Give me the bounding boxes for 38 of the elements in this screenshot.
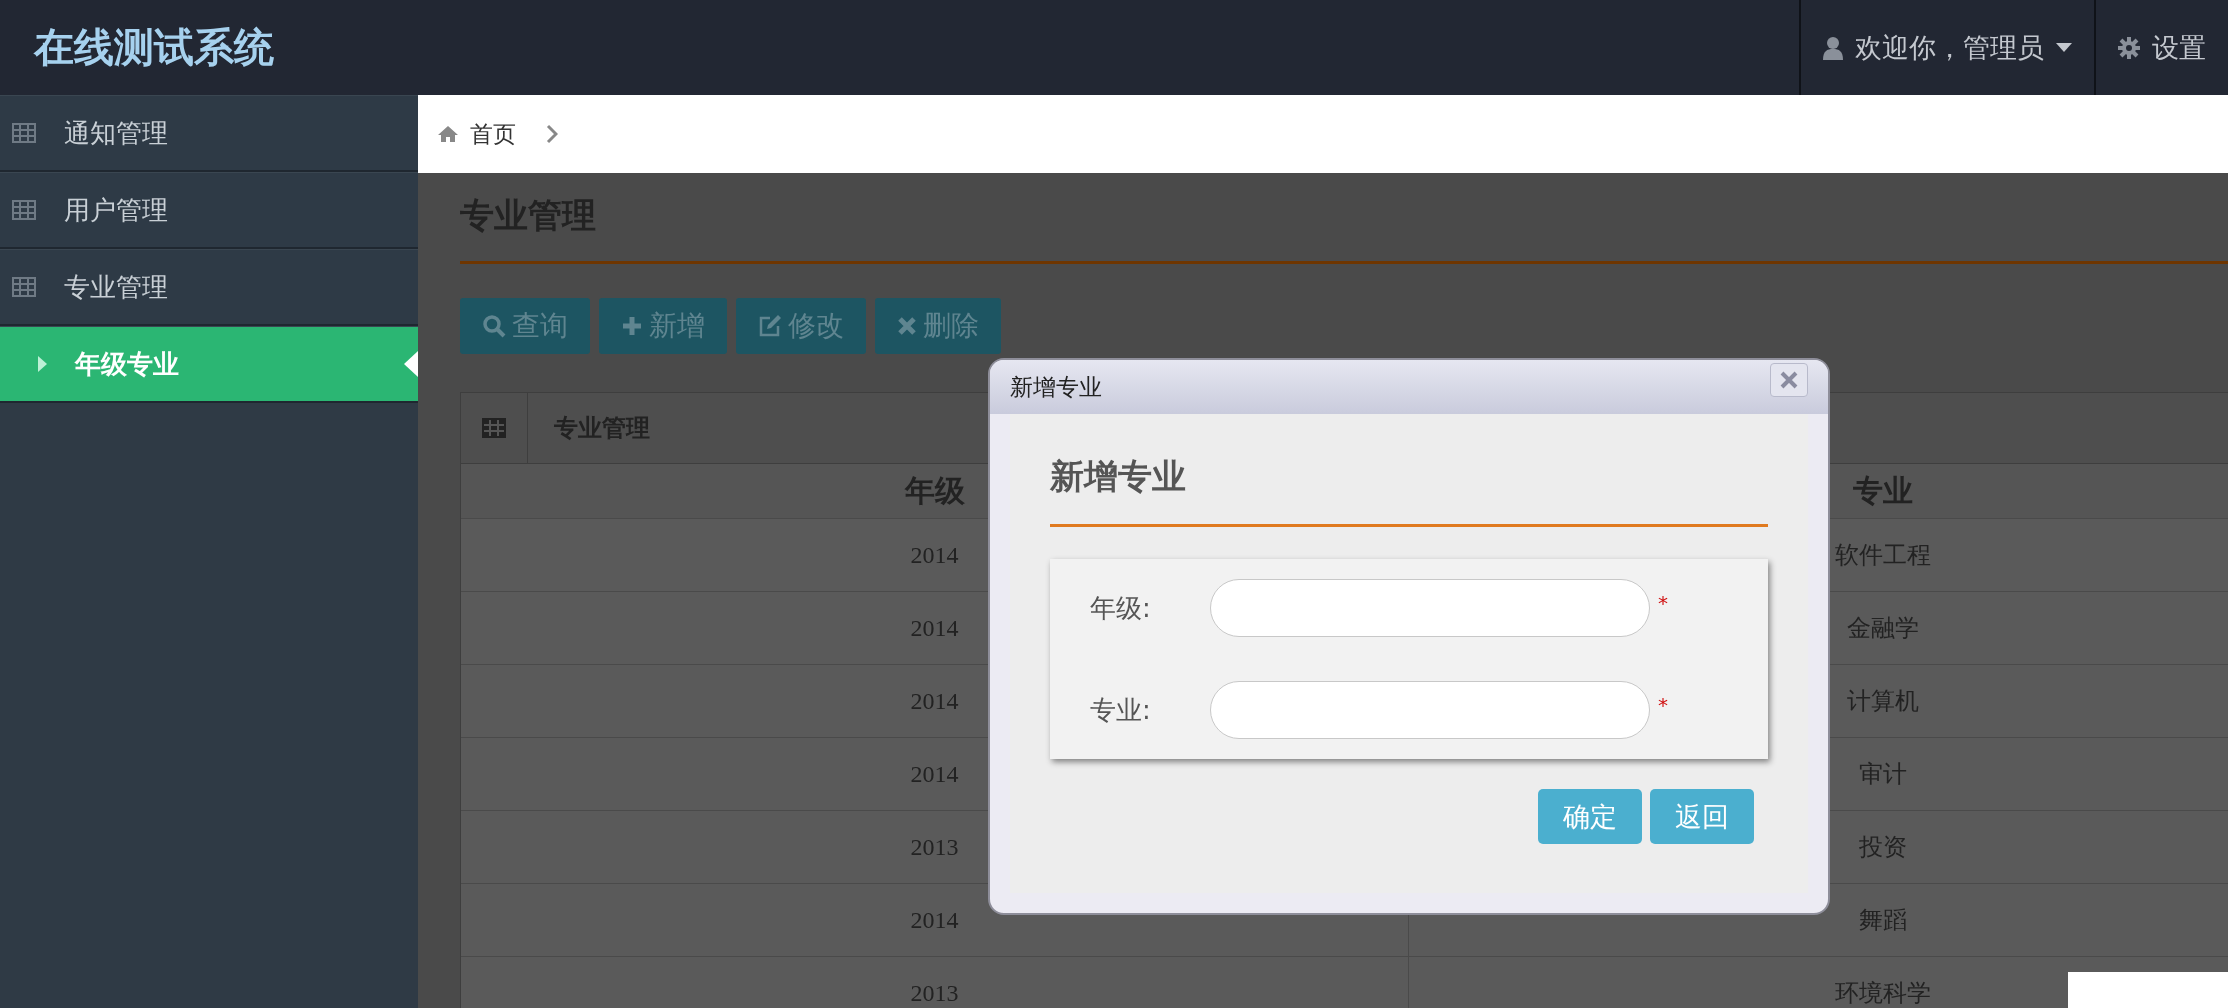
toolbar-button[interactable]: 删除 — [875, 298, 1001, 354]
grid-icon — [12, 200, 36, 220]
settings-icon — [2118, 36, 2140, 59]
dialog-heading: 新增专业 — [1050, 454, 1768, 527]
toolbar-button[interactable]: 新增 — [599, 298, 727, 354]
toolbar-button[interactable]: 查询 — [460, 298, 590, 354]
app-title: 在线测试系统 — [32, 23, 275, 72]
dialog-button[interactable]: 确定 — [1538, 789, 1642, 844]
caret-icon — [2056, 43, 2072, 52]
required-mark: * — [1658, 693, 1668, 717]
chevron-right-icon — [546, 124, 558, 144]
toolbar-button[interactable]: 修改 — [736, 298, 866, 354]
user-icon — [1823, 35, 1843, 60]
plus-icon — [621, 315, 643, 337]
caret-right-icon — [38, 356, 47, 372]
settings-label: 设置 — [2152, 30, 2206, 65]
user-menu-label: 欢迎你，管理员 — [1855, 30, 2044, 65]
close-icon — [897, 316, 917, 336]
field-label: 年级: — [1089, 591, 1152, 625]
sidebar-item[interactable]: 年级专业 — [0, 326, 418, 403]
notch-icon — [404, 351, 418, 377]
grid-icon — [12, 277, 36, 297]
search-icon — [482, 314, 506, 338]
dialog-button[interactable]: 返回 — [1650, 789, 1754, 844]
dialog-title: 新增专业 — [1010, 372, 1102, 402]
edit-icon — [758, 314, 782, 338]
sidebar-item[interactable]: 用户管理 — [0, 172, 418, 249]
table-cell: 2013 — [461, 957, 1409, 1008]
sidebar-item[interactable]: 专业管理 — [0, 249, 418, 326]
breadcrumb-link[interactable]: 首页 — [470, 118, 516, 150]
close-button[interactable] — [1770, 363, 1808, 397]
field-label: 专业: — [1089, 693, 1152, 727]
required-mark: * — [1658, 591, 1668, 615]
sidebar-item[interactable]: 通知管理 — [0, 95, 418, 172]
grid-icon — [12, 123, 36, 143]
table-icon — [482, 418, 506, 438]
close-icon — [1780, 371, 1798, 389]
home-icon — [438, 126, 458, 142]
